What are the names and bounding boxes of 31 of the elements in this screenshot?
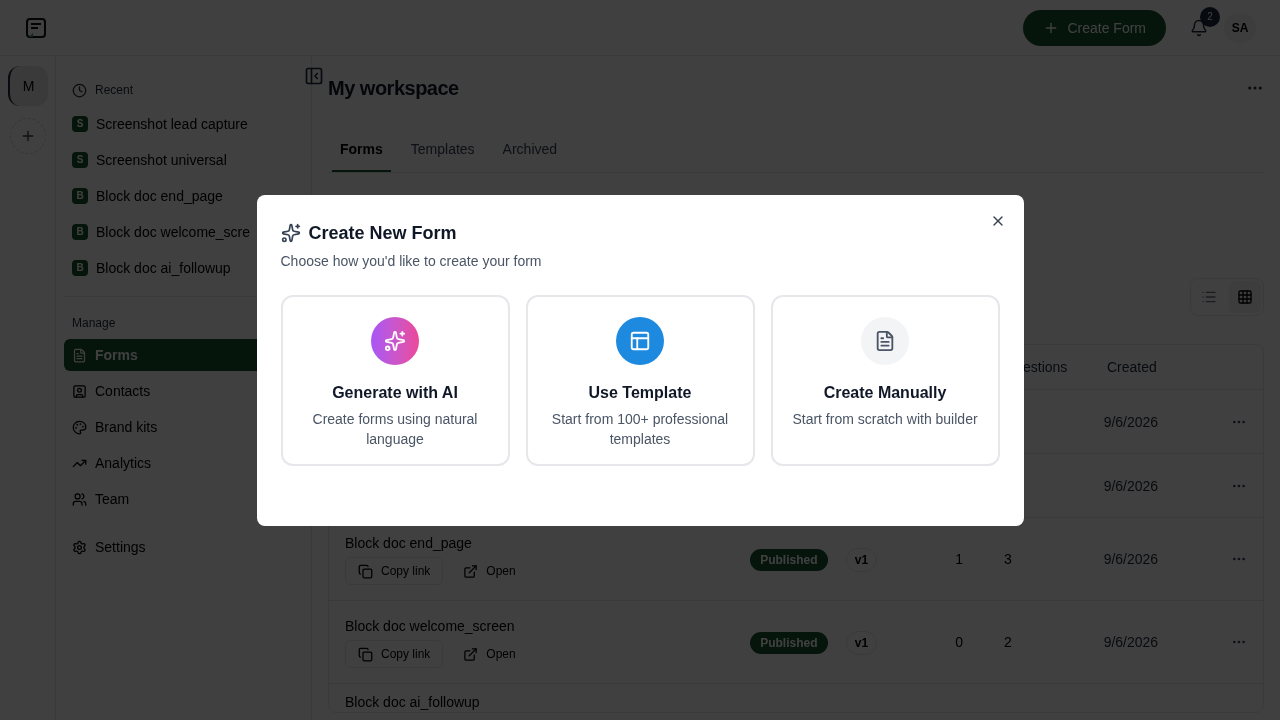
option-card[interactable]: Use Template Start from 100+ professional templates [525, 294, 755, 466]
page-title: My workspace [328, 76, 459, 101]
option-description: Start from 100+ professional templates [550, 409, 730, 449]
dialog-subtitle: Choose how you'd like to create your form [280, 251, 543, 271]
column-header: estions [1023, 358, 1069, 377]
created-date: 9/6/2026 [1103, 413, 1159, 430]
option-card[interactable]: Generate with AI Create forms using natural language [280, 294, 510, 466]
table-cell: 2 [1004, 634, 1012, 650]
section-heading: Recent [95, 82, 134, 98]
table-cell: 3 [1004, 551, 1012, 567]
option-title: Generate with AI [332, 382, 458, 403]
created-date: 9/6/2026 [1103, 477, 1159, 494]
dialog-title: Create New Form [308, 221, 457, 245]
option-description: Create forms using natural language [311, 409, 479, 449]
form-name: Block doc end_page [345, 534, 473, 553]
document-icon [861, 316, 909, 365]
option-card[interactable]: Create Manually Start from scratch with builder [770, 294, 1000, 466]
table-cell: 0 [955, 634, 964, 650]
form-name: Block doc ai_followup [345, 693, 481, 712]
table-cell: 1 [955, 551, 964, 567]
option-description: Start from scratch with builder [791, 409, 979, 429]
option-title: Use Template [588, 382, 692, 403]
created-date: 9/6/2026 [1103, 551, 1159, 567]
section-heading: Manage [71, 315, 117, 331]
column-header: Created [1107, 358, 1157, 377]
sparkle-icon [371, 316, 419, 365]
option-title: Create Manually [823, 382, 947, 403]
form-name: Block doc welcome_screen [345, 617, 516, 636]
layout-icon [616, 316, 664, 365]
created-date: 9/6/2026 [1103, 634, 1159, 650]
sparkle-icon [280, 222, 301, 243]
